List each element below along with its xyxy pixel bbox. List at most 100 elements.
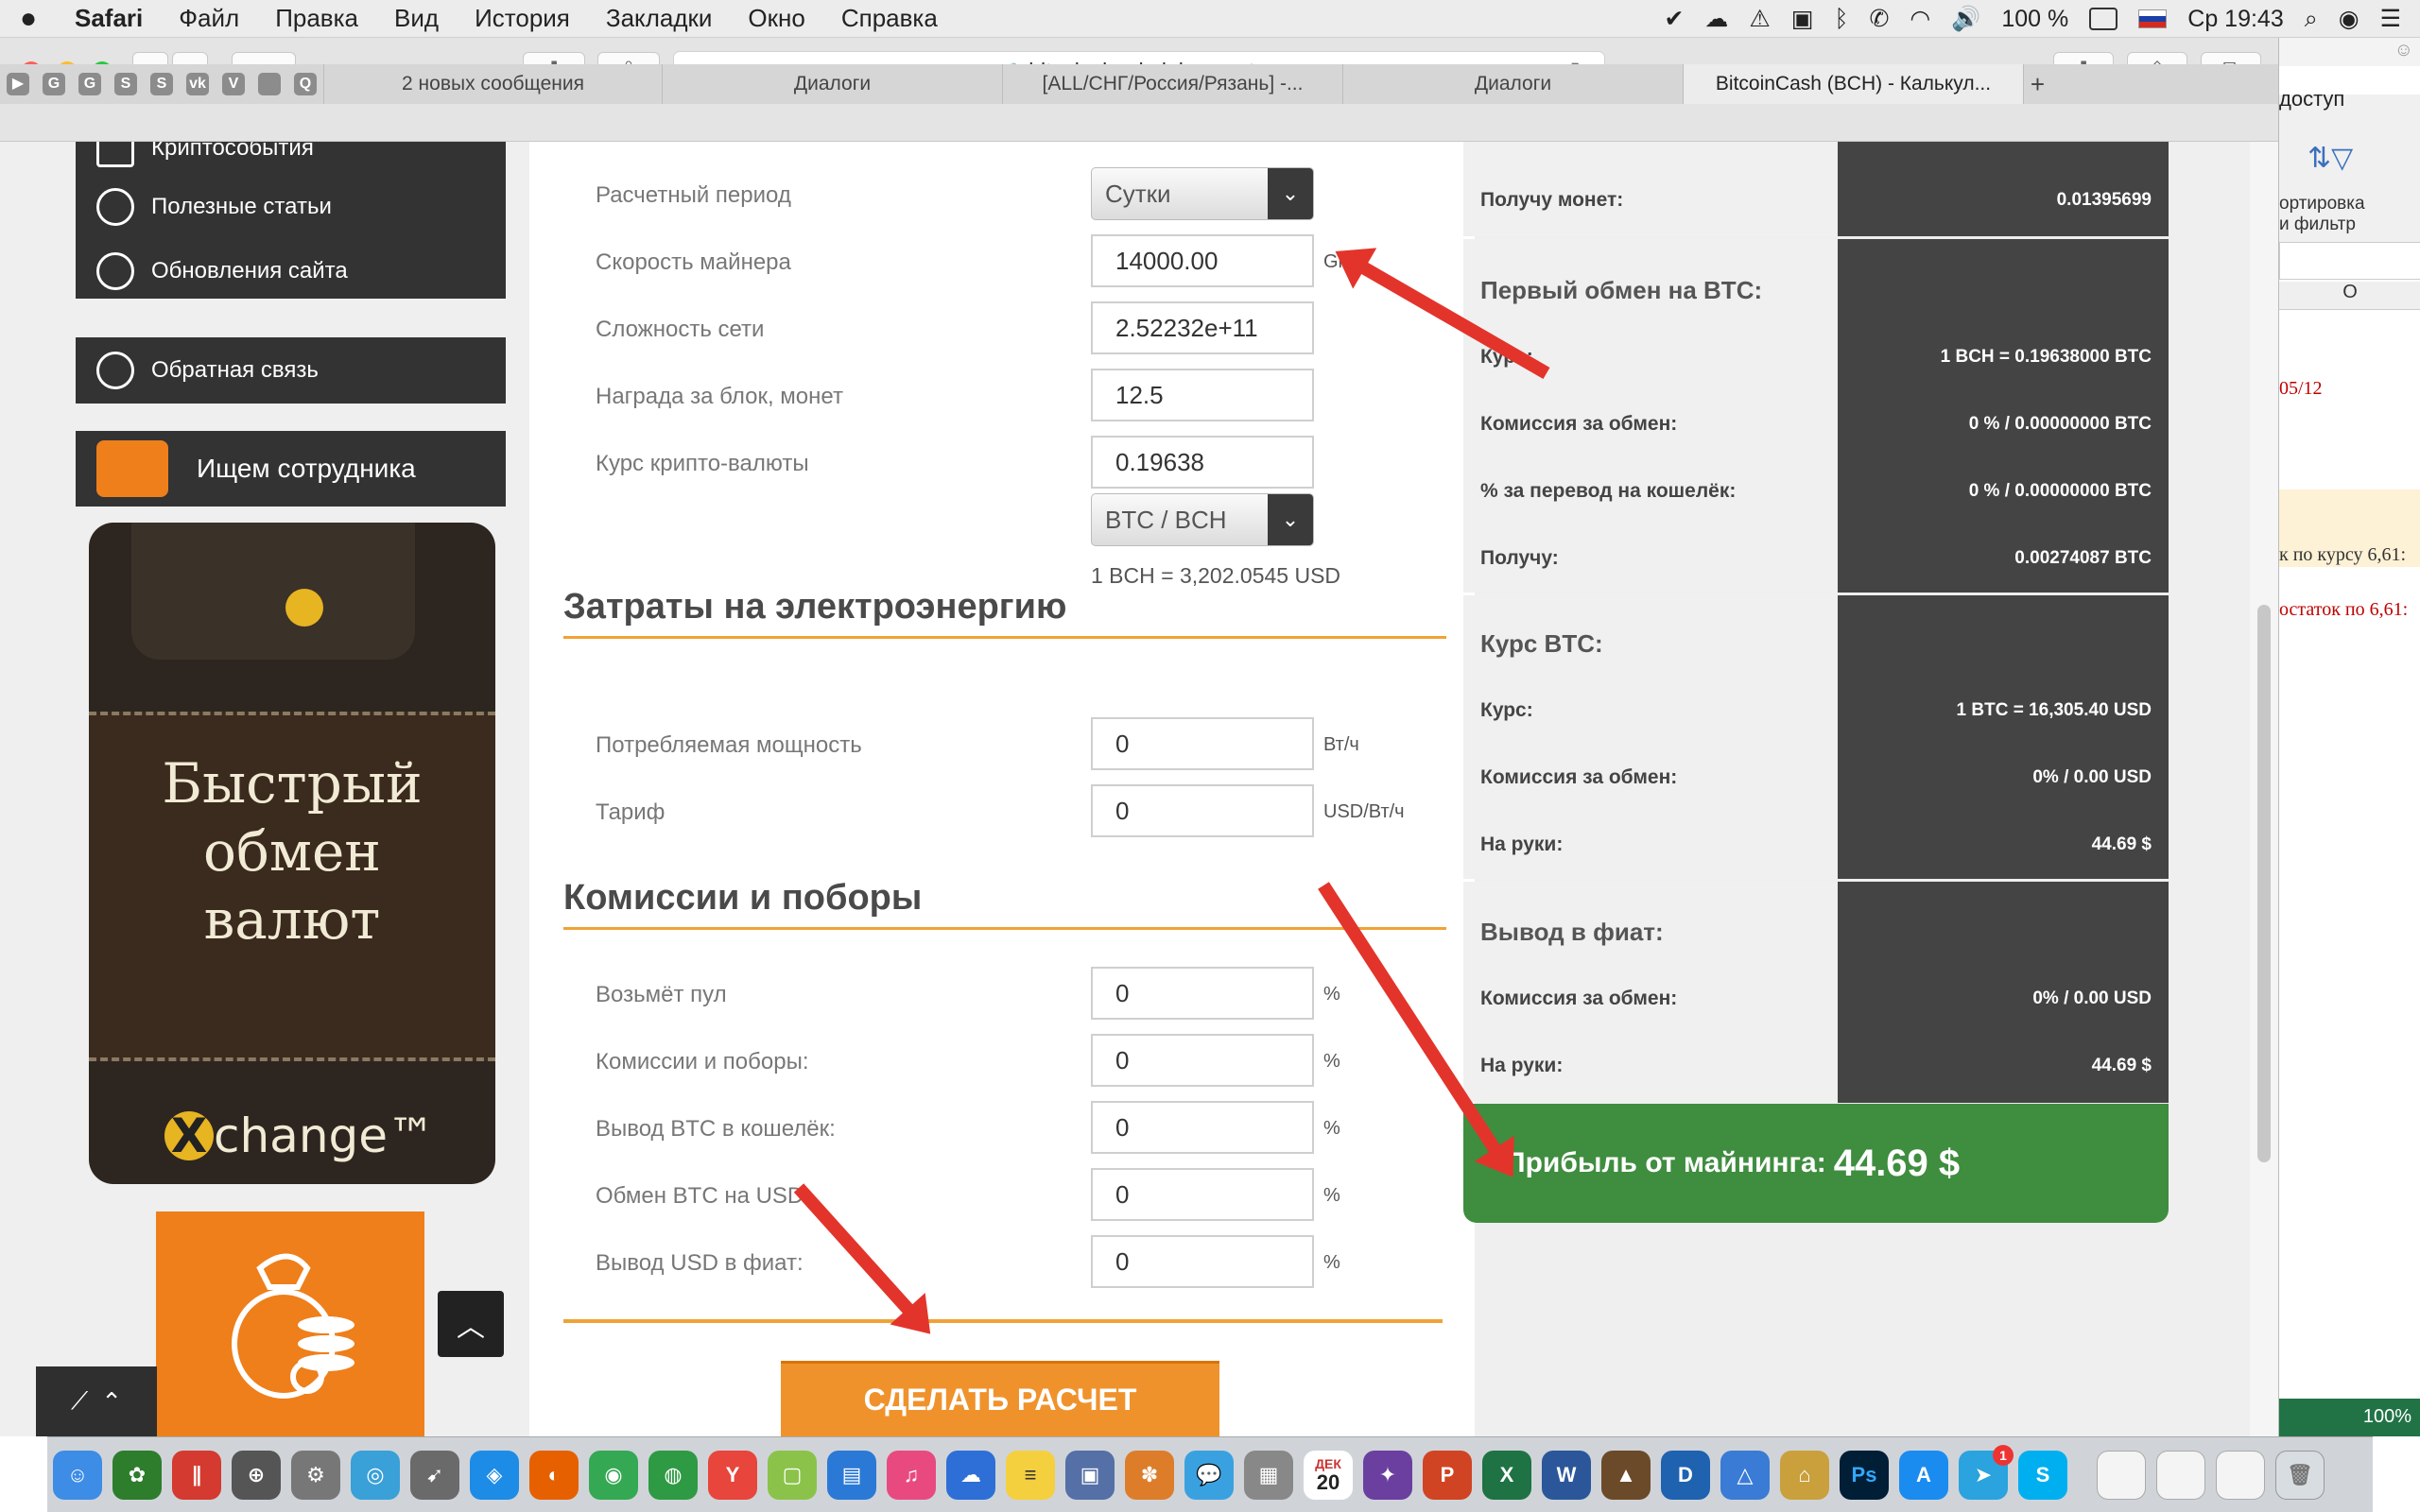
tab-messages[interactable]: 2 новых сообщения <box>323 64 662 104</box>
itunes-icon[interactable]: ♫ <box>887 1450 936 1500</box>
calendar-icon[interactable]: ДЕК 20 <box>1304 1450 1353 1500</box>
pinned-tab-apple[interactable] <box>251 64 287 104</box>
pair-select[interactable]: BTC / BCH ⌄ <box>1091 493 1314 546</box>
cell-remainder[interactable]: остаток по 6,61: <box>2279 599 2408 621</box>
battery-icon[interactable] <box>2089 8 2118 30</box>
apple-menu-icon[interactable]: ● <box>0 3 57 35</box>
recent-document-3[interactable] <box>2216 1450 2265 1500</box>
recent-document-1[interactable] <box>2097 1450 2146 1500</box>
pinned-tab-google[interactable]: G <box>36 64 72 104</box>
notes-icon[interactable]: ≡ <box>1006 1450 1055 1500</box>
disk-utility-icon[interactable]: ◎ <box>351 1450 400 1500</box>
cloud-icon[interactable]: ☁ <box>1704 5 1728 33</box>
pinned-tab-s[interactable]: S <box>108 64 144 104</box>
pinned-tab-vk[interactable]: vk <box>180 64 216 104</box>
bluetooth-icon[interactable]: ᛒ <box>1834 6 1848 33</box>
btc-wallet-input[interactable]: 0 <box>1091 1101 1314 1154</box>
menu-file[interactable]: Файл <box>161 4 257 33</box>
siri-icon[interactable]: ◉ <box>2339 5 2360 33</box>
warning-icon[interactable]: ⚠ <box>1749 5 1770 33</box>
id-app-icon[interactable]: D <box>1661 1450 1710 1500</box>
checkmark-icon[interactable]: ✔ <box>1664 5 1684 33</box>
excel-statusbar-zoom[interactable]: 100% <box>2279 1399 2420 1436</box>
btc-usd-input[interactable]: 0 <box>1091 1168 1314 1221</box>
onedrive-icon[interactable]: ☁ <box>946 1450 995 1500</box>
chart-widget-button[interactable]: ⟋ ⌃ <box>36 1366 157 1436</box>
tab-dialogs[interactable]: Диалоги <box>662 64 1002 104</box>
calculator-icon[interactable]: ▦ <box>1244 1450 1293 1500</box>
new-tab-button[interactable]: + <box>2023 64 2051 104</box>
power-input[interactable]: 0 <box>1091 717 1314 770</box>
skype-icon[interactable]: S <box>2018 1450 2067 1500</box>
menu-safari[interactable]: Safari <box>57 4 161 33</box>
powerpoint-icon[interactable]: P <box>1423 1450 1472 1500</box>
tab-ryazan[interactable]: [ALL/СНГ/Россия/Рязань] -... <box>1002 64 1342 104</box>
scrollbar-thumb[interactable] <box>2257 605 2271 1162</box>
phone-icon[interactable]: ✆ <box>1869 5 1889 33</box>
menu-bookmarks[interactable]: Закладки <box>588 4 731 33</box>
sidebar-item-crypto-events[interactable]: Криптособытия <box>76 142 506 174</box>
sidebar-item-articles[interactable]: Полезные статьи <box>76 174 506 240</box>
parallels-icon[interactable]: ∥ <box>172 1450 221 1500</box>
system-preferences-icon[interactable]: ⚙ <box>291 1450 340 1500</box>
globe-app-icon[interactable]: ◍ <box>648 1450 698 1500</box>
pinned-tab-q[interactable]: Q <box>287 64 323 104</box>
calculate-button[interactable]: СДЕЛАТЬ РАСЧЕТ <box>781 1361 1219 1436</box>
yandex-browser-icon[interactable]: Y <box>708 1450 757 1500</box>
cell-rate[interactable]: к по курсу 6,61: <box>2279 544 2406 566</box>
pinned-tab-s-2[interactable]: S <box>144 64 180 104</box>
pool-input[interactable]: 0 <box>1091 967 1314 1020</box>
rate-input[interactable]: 0.19638 <box>1091 436 1314 489</box>
volume-icon[interactable]: 🔊 <box>1951 6 1980 33</box>
crosshair-app-icon[interactable]: ⊕ <box>232 1450 281 1500</box>
game-icon[interactable]: ✦ <box>1363 1450 1412 1500</box>
cell-date[interactable]: 05/12 <box>2279 378 2323 400</box>
finder-icon[interactable]: ☺ <box>53 1450 102 1500</box>
word-icon[interactable]: W <box>1542 1450 1591 1500</box>
scroll-to-top-button[interactable]: ︿ <box>438 1291 504 1357</box>
archive-app-icon[interactable]: ⌂ <box>1780 1450 1829 1500</box>
clock[interactable]: Ср 19:43 <box>2187 6 2283 33</box>
reward-input[interactable]: 12.5 <box>1091 369 1314 421</box>
chrome-icon[interactable]: ◉ <box>589 1450 638 1500</box>
keynote-icon[interactable]: ▤ <box>827 1450 876 1500</box>
fees-input[interactable]: 0 <box>1091 1034 1314 1087</box>
smiley-icon[interactable]: ☺ <box>2394 40 2413 61</box>
feedback-button[interactable]: Обратная связь <box>76 337 506 404</box>
photos-icon[interactable]: ✽ <box>1125 1450 1174 1500</box>
period-select[interactable]: Сутки ⌄ <box>1091 167 1314 220</box>
pinned-tab-youtube[interactable]: ▶ <box>0 64 36 104</box>
recent-document-2[interactable] <box>2156 1450 2205 1500</box>
messages-icon[interactable]: 💬 <box>1184 1450 1234 1500</box>
mountain-app-icon[interactable]: ▲ <box>1601 1450 1651 1500</box>
difficulty-input[interactable]: 2.52232e+11 <box>1091 301 1314 354</box>
sort-filter-icon[interactable]: ⇅▽ <box>2308 142 2353 175</box>
menu-edit[interactable]: Правка <box>257 4 376 33</box>
tab-bitcoincash[interactable]: BitcoinCash (BCH) - Калькул... <box>1683 64 2023 104</box>
wifi-icon[interactable]: ◠ <box>1910 5 1930 33</box>
excel-namebox[interactable] <box>2279 242 2420 280</box>
notes-green-icon[interactable]: ▢ <box>768 1450 817 1500</box>
app-store-icon[interactable]: A <box>1899 1450 1948 1500</box>
drive-icon[interactable]: △ <box>1720 1450 1770 1500</box>
column-header-o[interactable]: O <box>2279 282 2420 310</box>
cleanmymac-icon[interactable]: ✿ <box>112 1450 162 1500</box>
usd-fiat-input[interactable]: 0 <box>1091 1235 1314 1288</box>
menu-window[interactable]: Окно <box>730 4 822 33</box>
excel-icon[interactable]: X <box>1482 1450 1531 1500</box>
photoshop-icon[interactable]: Ps <box>1840 1450 1889 1500</box>
hiring-button[interactable]: Ищем сотрудника <box>76 431 506 507</box>
sidebar-item-updates[interactable]: Обновления сайта <box>76 240 506 302</box>
spotlight-icon[interactable]: ⌕ <box>2305 6 2318 33</box>
flag-ru-icon[interactable] <box>2138 9 2168 28</box>
virtualbox-icon[interactable]: ▣ <box>1065 1450 1115 1500</box>
firefox-icon[interactable]: ◐ <box>529 1450 579 1500</box>
telegram-icon[interactable]: ➤ 1 <box>1959 1444 2014 1500</box>
speed-input[interactable]: 14000.00 <box>1091 234 1314 287</box>
money-bag-banner[interactable] <box>156 1211 424 1436</box>
display-icon[interactable]: ▣ <box>1791 5 1814 33</box>
menu-help[interactable]: Справка <box>823 4 956 33</box>
tariff-input[interactable]: 0 <box>1091 784 1314 837</box>
menu-history[interactable]: История <box>457 4 588 33</box>
notification-center-icon[interactable]: ☰ <box>2380 5 2401 33</box>
